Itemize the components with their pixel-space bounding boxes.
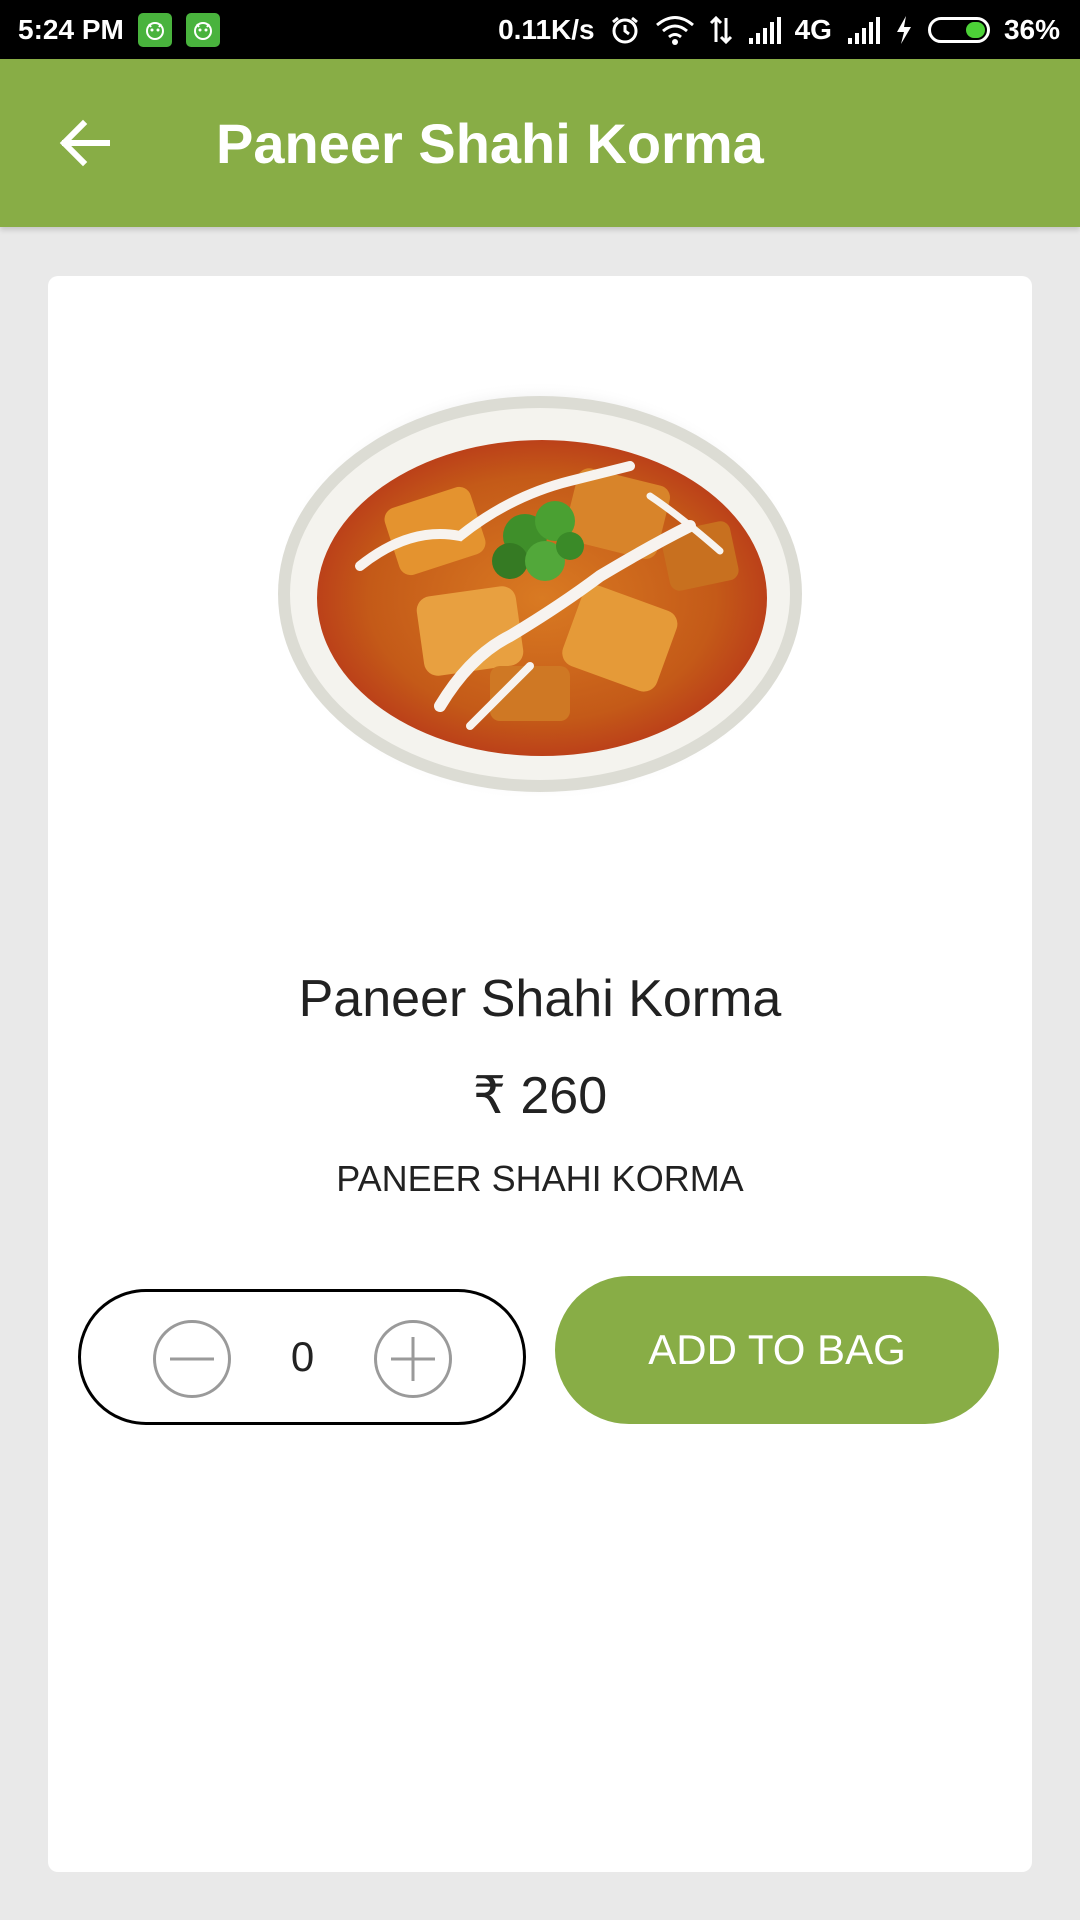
battery-icon	[927, 16, 990, 43]
add-to-bag-button[interactable]: ADD TO BAG	[555, 1276, 999, 1424]
increase-quantity-button[interactable]	[374, 1320, 452, 1398]
network-speed: 0.11K/s	[498, 13, 595, 45]
product-detail-screen: 5:24 PM 0.11K/s 4G 36% Paneer Shahi Korm…	[0, 0, 1080, 1920]
notification-app-icon	[185, 12, 220, 47]
signal-icon	[747, 16, 781, 44]
data-transfer-icon	[709, 14, 733, 46]
wifi-icon	[655, 14, 695, 46]
notification-app-icon	[137, 12, 172, 47]
arrow-left-icon	[59, 119, 110, 167]
app-bar: Paneer Shahi Korma	[0, 59, 1080, 227]
alarm-icon	[609, 14, 641, 46]
product-price: ₹ 260	[472, 1067, 608, 1125]
battery-body	[927, 16, 990, 43]
quantity-stepper: 0	[78, 1289, 526, 1425]
status-bar-right: 0.11K/s 4G 36%	[498, 0, 1060, 59]
dish-image	[275, 381, 805, 796]
battery-percentage: 36%	[1003, 13, 1060, 45]
product-description: PANEER SHAHI KORMA	[336, 1158, 744, 1199]
page-title: Paneer Shahi Korma	[216, 111, 764, 175]
signal-icon	[846, 16, 880, 44]
product-card: Paneer Shahi Korma ₹ 260 PANEER SHAHI KO…	[48, 276, 1032, 1872]
status-time: 5:24 PM	[18, 13, 124, 45]
status-bar: 5:24 PM 0.11K/s 4G 36%	[0, 0, 1080, 59]
product-name: Paneer Shahi Korma	[298, 970, 782, 1028]
status-bar-left: 5:24 PM	[18, 0, 220, 59]
decrease-quantity-button[interactable]	[153, 1320, 231, 1398]
quantity-value: 0	[290, 1333, 315, 1380]
minus-circle-icon	[170, 1357, 214, 1361]
battery-level-fill	[965, 21, 985, 38]
charging-icon	[894, 14, 914, 46]
network-type: 4G	[794, 13, 832, 45]
plus-circle-icon	[391, 1337, 435, 1381]
back-button[interactable]	[40, 103, 130, 183]
